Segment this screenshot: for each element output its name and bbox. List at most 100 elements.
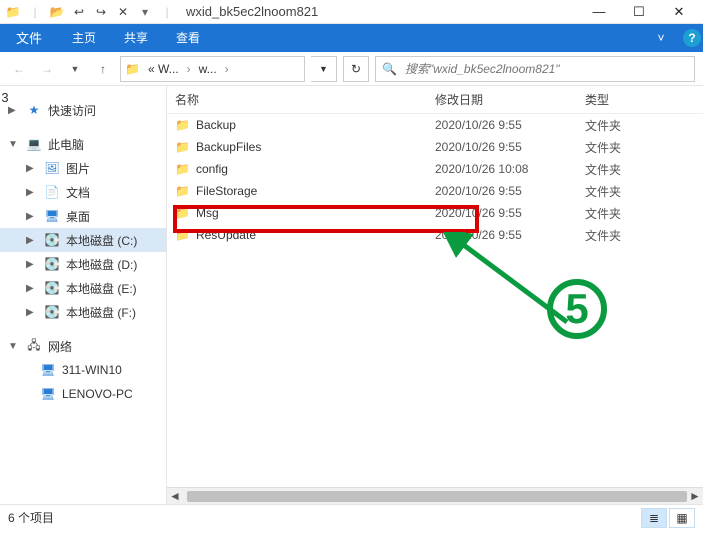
minimize-button[interactable]: — <box>579 0 619 24</box>
nav-desktop-label: 桌面 <box>66 208 90 225</box>
search-icon: 🔍 <box>382 62 397 76</box>
nav-drive-c[interactable]: ▶ 💽 本地磁盘 (C:) <box>0 228 166 252</box>
desktop-icon: 🖥 <box>44 208 60 224</box>
nav-row: ← → ▼ ↑ 📁 « W... › w... › ▼ ↻ 🔍 <box>0 52 703 86</box>
tab-file[interactable]: 文件 <box>0 24 58 52</box>
nav-net-host-1-label: 311-WIN10 <box>62 363 122 377</box>
address-bar[interactable]: 📁 « W... › w... › <box>120 56 305 82</box>
close-button[interactable]: ✕ <box>659 0 699 24</box>
drive-icon: 💽 <box>44 256 60 272</box>
nav-net-host-1[interactable]: 🖥 311-WIN10 <box>0 358 166 382</box>
title-bar: 📁 | 📂 ↩ ↪ ✕ ▾ | wxid_bk5ec2lnoom821 — ☐ … <box>0 0 703 24</box>
address-dropdown-icon[interactable]: ▼ <box>311 56 337 82</box>
file-date: 2020/10/26 9:55 <box>435 228 585 242</box>
search-input[interactable] <box>403 61 688 77</box>
chevron-right-icon[interactable]: ▶ <box>26 259 36 270</box>
search-box[interactable]: 🔍 <box>375 56 695 82</box>
status-item-count: 6 个项目 <box>8 509 54 526</box>
nav-desktop[interactable]: ▶ 🖥 桌面 <box>0 204 166 228</box>
file-row[interactable]: 📁config2020/10/26 10:08文件夹 <box>167 158 703 180</box>
nav-tree: ▶ ★ 快速访问 ▼ 💻 此电脑 ▶ 🖼 图片 ▶ 📄 文档 ▶ 🖥 桌面 ▶ … <box>0 86 167 504</box>
qat-dropdown-icon[interactable]: ▾ <box>136 3 154 21</box>
qat-separator2: | <box>158 3 176 21</box>
col-date[interactable]: 修改日期 <box>435 91 585 108</box>
horizontal-scrollbar[interactable]: ◄ ► <box>167 487 703 504</box>
recent-dropdown-icon[interactable]: ▼ <box>64 58 86 80</box>
file-date: 2020/10/26 9:55 <box>435 140 585 154</box>
delete-icon[interactable]: ✕ <box>114 3 132 21</box>
ribbon: 文件 主页 共享 查看 ˅ ? <box>0 24 703 52</box>
redo-icon[interactable]: ↪ <box>92 3 110 21</box>
nav-quick-access[interactable]: ▶ ★ 快速访问 <box>0 98 166 122</box>
drive-icon: 💽 <box>44 304 60 320</box>
nav-this-pc[interactable]: ▼ 💻 此电脑 <box>0 132 166 156</box>
scroll-thumb[interactable] <box>187 491 687 502</box>
tab-home[interactable]: 主页 <box>58 24 110 52</box>
file-row[interactable]: 📁FileStorage2020/10/26 9:55文件夹 <box>167 180 703 202</box>
chevron-right-icon[interactable]: ▶ <box>26 283 36 294</box>
qat-open-icon[interactable]: 📂 <box>48 3 66 21</box>
nav-network[interactable]: ▼ 🖧 网络 <box>0 334 166 358</box>
help-icon[interactable]: ? <box>683 29 701 47</box>
qat-separator: | <box>26 3 44 21</box>
nav-documents[interactable]: ▶ 📄 文档 <box>0 180 166 204</box>
view-icons-button[interactable]: ▦ <box>669 508 695 528</box>
breadcrumb-2[interactable]: w... <box>195 62 221 76</box>
back-button[interactable]: ← <box>8 58 30 80</box>
breadcrumb-sep-1: › <box>187 62 191 76</box>
chevron-right-icon[interactable]: ▶ <box>26 163 36 174</box>
forward-button[interactable]: → <box>36 58 58 80</box>
chevron-right-icon[interactable]: ▶ <box>26 307 36 318</box>
annotation-arrow <box>427 232 587 352</box>
file-row[interactable]: 📁ResUpdate2020/10/26 9:55文件夹 <box>167 224 703 246</box>
nav-documents-label: 文档 <box>66 184 90 201</box>
chevron-right-icon[interactable]: ▶ <box>26 235 36 246</box>
documents-icon: 📄 <box>44 184 60 200</box>
file-row[interactable]: 📁Msg2020/10/26 9:55文件夹 <box>167 202 703 224</box>
up-button[interactable]: ↑ <box>92 58 114 80</box>
scroll-left-icon[interactable]: ◄ <box>167 489 183 503</box>
col-name[interactable]: 名称 <box>175 91 435 108</box>
folder-icon: 📁 <box>175 184 190 198</box>
pictures-icon: 🖼 <box>44 160 60 176</box>
chevron-down-icon[interactable]: ▼ <box>8 139 18 150</box>
file-row[interactable]: 📁Backup2020/10/26 9:55文件夹 <box>167 114 703 136</box>
file-row[interactable]: 📁BackupFiles2020/10/26 9:55文件夹 <box>167 136 703 158</box>
star-icon: ★ <box>26 102 42 118</box>
chevron-down-icon[interactable]: ▼ <box>8 341 18 352</box>
scroll-right-icon[interactable]: ► <box>687 489 703 503</box>
file-date: 2020/10/26 9:55 <box>435 118 585 132</box>
maximize-button[interactable]: ☐ <box>619 0 659 24</box>
nav-drive-e-label: 本地磁盘 (E:) <box>66 280 137 297</box>
file-name: config <box>196 162 228 176</box>
refresh-button[interactable]: ↻ <box>343 56 369 82</box>
folder-icon: 📁 <box>175 206 190 220</box>
ribbon-expand-icon[interactable]: ˅ <box>647 24 675 52</box>
nav-drive-e[interactable]: ▶ 💽 本地磁盘 (E:) <box>0 276 166 300</box>
nav-drive-d-label: 本地磁盘 (D:) <box>66 256 137 273</box>
column-headers: 名称 修改日期 类型 <box>167 86 703 114</box>
nav-net-host-2[interactable]: 🖥 LENOVO-PC <box>0 382 166 406</box>
folder-icon: 📁 <box>175 118 190 132</box>
computer-icon: 💻 <box>26 136 42 152</box>
col-type[interactable]: 类型 <box>585 91 703 108</box>
file-name: BackupFiles <box>196 140 261 154</box>
view-details-button[interactable]: ≣ <box>641 508 667 528</box>
nav-pictures[interactable]: ▶ 🖼 图片 <box>0 156 166 180</box>
nav-drive-d[interactable]: ▶ 💽 本地磁盘 (D:) <box>0 252 166 276</box>
tab-share[interactable]: 共享 <box>110 24 162 52</box>
tab-view[interactable]: 查看 <box>162 24 214 52</box>
nav-drive-c-label: 本地磁盘 (C:) <box>66 232 137 249</box>
monitor-icon: 🖥 <box>40 362 56 378</box>
chevron-right-icon[interactable]: ▶ <box>26 211 36 222</box>
monitor-icon: 🖥 <box>40 386 56 402</box>
file-name: Backup <box>196 118 236 132</box>
nav-drive-f[interactable]: ▶ 💽 本地磁盘 (F:) <box>0 300 166 324</box>
breadcrumb-1[interactable]: « W... <box>144 62 183 76</box>
nav-network-label: 网络 <box>48 338 72 355</box>
annotation-step-badge: 5 <box>547 279 607 339</box>
undo-icon[interactable]: ↩ <box>70 3 88 21</box>
chevron-right-icon[interactable]: ▶ <box>8 105 18 116</box>
file-type: 文件夹 <box>585 139 703 156</box>
chevron-right-icon[interactable]: ▶ <box>26 187 36 198</box>
